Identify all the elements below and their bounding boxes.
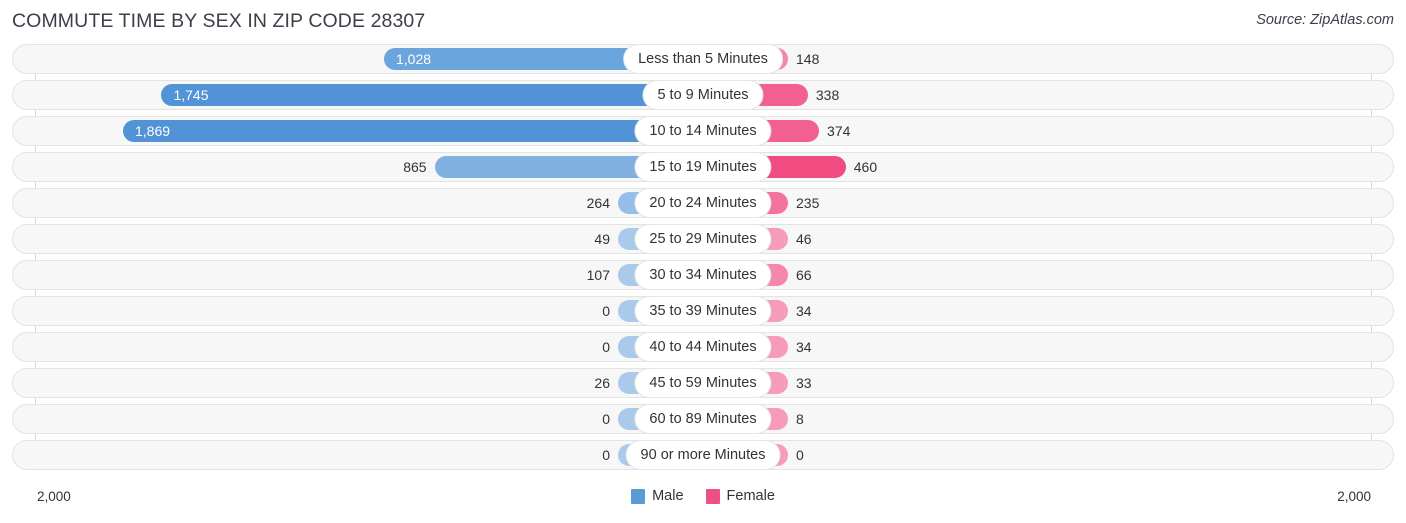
category-label[interactable]: 10 to 14 Minutes [635,117,771,145]
bar-value-female: 148 [796,51,820,67]
bar-value-male: 0 [602,303,610,319]
legend-label-male: Male [652,488,684,504]
bar-row[interactable]: 0 34 40 to 44 Minutes [0,332,1406,362]
bar-value-male: 26 [594,375,610,391]
source-attribution: Source: ZipAtlas.com [1256,12,1394,28]
bar-value-male: 49 [594,231,610,247]
bar-value-male: 865 [403,159,427,175]
category-label[interactable]: 25 to 29 Minutes [635,225,771,253]
category-label[interactable]: Less than 5 Minutes [624,45,782,73]
chart-plot-area: 1,028 148 Less than 5 Minutes 1,745 338 5 to … [0,44,1406,484]
bar-row[interactable]: 49 46 25 to 29 Minutes [0,224,1406,254]
bar-value-female: 374 [827,123,851,139]
page-title: COMMUTE TIME BY SEX IN ZIP CODE 28307 [12,10,426,32]
bar-value-female: 338 [815,87,840,103]
bar-value-female: 46 [796,231,812,247]
bar-value-male: 107 [586,267,610,283]
category-label[interactable]: 60 to 89 Minutes [635,405,771,433]
legend-swatch-female-icon [705,488,720,504]
bar-rows: 1,028 148 Less than 5 Minutes 1,745 338 5 to … [0,44,1406,476]
legend-label-female: Female [726,488,775,504]
bar-row[interactable]: 107 66 30 to 34 Minutes [0,260,1406,290]
category-label[interactable]: 30 to 34 Minutes [635,261,771,289]
category-label[interactable]: 20 to 24 Minutes [635,189,771,217]
bar-value-female: 0 [796,447,804,463]
bar-row[interactable]: 26 33 45 to 59 Minutes [0,368,1406,398]
bar-value-male: 1,028 [395,51,432,67]
bar-value-female: 235 [796,195,820,211]
category-label[interactable]: 15 to 19 Minutes [635,153,771,181]
bar-value-male: 1,869 [135,123,171,139]
bar-value-female: 66 [796,267,812,283]
bar-value-male: 0 [602,339,610,355]
bar-value-male: 1,745 [173,87,209,103]
bar-value-female: 8 [796,411,804,427]
bar-value-male: 0 [602,411,610,427]
chart-header: COMMUTE TIME BY SEX IN ZIP CODE 28307 So… [0,0,1406,44]
category-label[interactable]: 40 to 44 Minutes [635,333,771,361]
legend-swatch-male-icon [631,488,646,504]
bar-row[interactable]: 0 0 90 or more Minutes [0,440,1406,470]
bar-row[interactable]: 0 8 60 to 89 Minutes [0,404,1406,434]
category-label[interactable]: 90 or more Minutes [626,441,780,469]
bar-row[interactable]: 1,869 374 10 to 14 Minutes [0,116,1406,146]
legend: Male Female [0,488,1406,504]
bar-value-female: 34 [796,303,812,319]
bar-value-male: 0 [602,447,610,463]
bar-row[interactable]: 264 235 20 to 24 Minutes [0,188,1406,218]
chart-footer: 2,000 2,000 Male Female [0,483,1406,523]
legend-item-female[interactable]: Female [705,488,775,504]
category-label[interactable]: 35 to 39 Minutes [635,297,771,325]
bar-row[interactable]: 1,745 338 5 to 9 Minutes [0,80,1406,110]
bar-value-female: 33 [796,375,812,391]
bar-value-male: 264 [586,195,610,211]
bar-value-female: 34 [796,339,812,355]
category-label[interactable]: 45 to 59 Minutes [635,369,771,397]
bar-value-female: 460 [853,159,878,175]
bar-row[interactable]: 865 460 15 to 19 Minutes [0,152,1406,182]
legend-item-male[interactable]: Male [631,488,684,504]
bar-row[interactable]: 0 34 35 to 39 Minutes [0,296,1406,326]
category-label[interactable]: 5 to 9 Minutes [643,81,763,109]
bar-male[interactable] [123,120,703,142]
bar-row[interactable]: 1,028 148 Less than 5 Minutes [0,44,1406,74]
bar-male[interactable] [161,84,703,106]
